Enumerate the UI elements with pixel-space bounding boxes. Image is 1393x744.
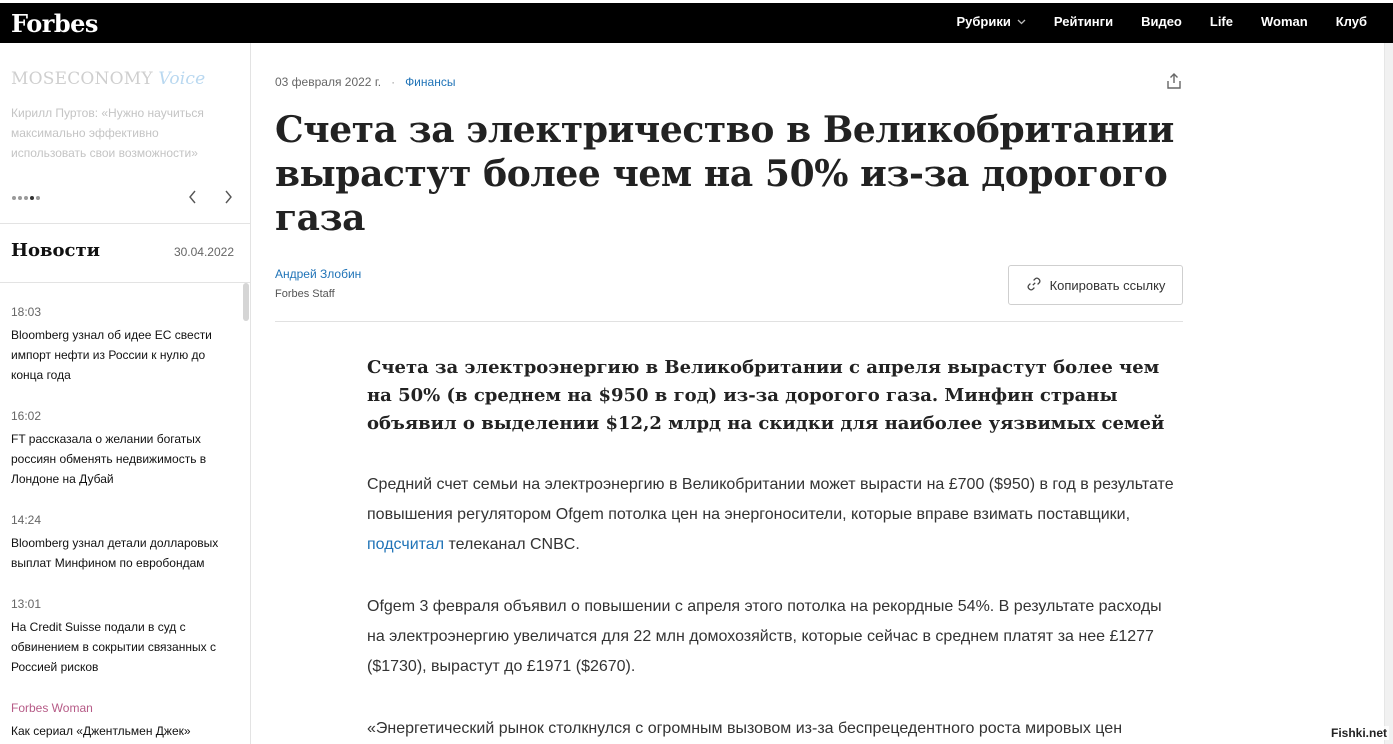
nav-video[interactable]: Видео — [1141, 14, 1182, 29]
sidebar-scrollbar[interactable] — [243, 283, 249, 321]
nav-woman[interactable]: Woman — [1261, 14, 1308, 29]
watermark: Fishki.net — [1328, 726, 1389, 740]
carousel-dot[interactable] — [36, 196, 40, 200]
article-meta: 03 февраля 2022 г. · Финансы — [275, 75, 455, 89]
nav-rubrics-label: Рубрики — [956, 14, 1011, 29]
news-time: 14:24 — [11, 513, 42, 527]
chevron-right-icon[interactable] — [223, 188, 233, 209]
article-paragraph: Средний счет семьи на электроэнергию в В… — [367, 470, 1182, 560]
carousel-dot[interactable] — [18, 196, 22, 200]
top-header: Forbes Рубрики Рейтинги Видео Life Woman… — [0, 0, 1393, 43]
copy-link-label: Копировать ссылку — [1049, 277, 1166, 293]
news-time: 18:03 — [11, 305, 42, 319]
copy-link-button[interactable]: Копировать ссылку — [1008, 265, 1183, 305]
chevron-down-icon — [1017, 17, 1026, 27]
carousel-dot[interactable] — [24, 196, 28, 200]
news-time: 13:01 — [11, 597, 42, 611]
source-link[interactable]: подсчитал — [367, 536, 444, 553]
news-item[interactable]: Forbes Woman Как сериал «Джентльмен Джек… — [11, 701, 236, 741]
nav-club[interactable]: Клуб — [1336, 14, 1367, 29]
sidebar-divider — [0, 223, 250, 224]
carousel-dot-active[interactable] — [30, 196, 34, 200]
article-divider — [275, 321, 1183, 322]
article-category-link[interactable]: Финансы — [405, 75, 455, 89]
link-icon — [1026, 276, 1050, 295]
paragraph-text: Средний счет семьи на электроэнергию в В… — [367, 476, 1174, 523]
promo-text[interactable]: Кирилл Пуртов: «Нужно научиться максимал… — [11, 103, 231, 163]
nav-life[interactable]: Life — [1210, 14, 1233, 29]
sidebar-divider — [0, 282, 250, 283]
news-text: Как сериал «Джентльмен Джек» — [11, 724, 191, 738]
nav-rubrics[interactable]: Рубрики — [957, 14, 1026, 29]
nav-ratings[interactable]: Рейтинги — [1054, 14, 1113, 29]
news-item[interactable]: 13:01 На Credit Suisse подали в суд с об… — [11, 597, 236, 677]
article-lead: Счета за электроэнергию в Великобритании… — [367, 357, 1165, 434]
news-tag: Forbes Woman — [11, 701, 93, 715]
news-text: На Credit Suisse подали в суд с обвинени… — [11, 620, 216, 674]
promo-voice-label: Voice — [158, 69, 206, 89]
news-time: 16:02 — [11, 409, 42, 423]
page-scrollbar[interactable] — [1384, 43, 1393, 744]
forbes-logo[interactable]: Forbes — [11, 9, 98, 38]
author-link[interactable]: Андрей Злобин — [275, 267, 361, 281]
article-date: 03 февраля 2022 г. — [275, 75, 382, 89]
news-item[interactable]: 18:03 Bloomberg узнал об идее ЕС свести … — [11, 305, 236, 385]
promo-brand-name: MOSECONOMY — [11, 69, 153, 89]
paragraph-text: телеканал CNBC. — [444, 536, 580, 553]
article-paragraph: «Энергетический рынок столкнулся с огром… — [367, 720, 1123, 737]
news-text: Bloomberg узнал об идее ЕС свести импорт… — [11, 328, 212, 382]
news-text: FT рассказала о желании богатых россиян … — [11, 432, 207, 486]
promo-brand[interactable]: MOSECONOMY Voice — [11, 69, 205, 89]
news-text: Bloomberg узнал детали долларовых выплат… — [11, 536, 219, 570]
article-title: Счета за электричество в Великобритании … — [275, 109, 1174, 239]
news-item[interactable]: 14:24 Bloomberg узнал детали долларовых … — [11, 513, 236, 573]
share-icon[interactable] — [1165, 72, 1185, 92]
meta-separator: · — [391, 75, 396, 89]
news-date: 30.04.2022 — [173, 245, 234, 259]
sidebar: MOSECONOMY Voice Кирилл Пуртов: «Нужно н… — [0, 43, 251, 744]
news-heading[interactable]: Новости — [11, 240, 100, 261]
author-role: Forbes Staff — [275, 288, 335, 300]
news-item[interactable]: 16:02 FT рассказала о желании богатых ро… — [11, 409, 236, 489]
chevron-left-icon[interactable] — [188, 188, 198, 209]
article-paragraph: Ofgem 3 февраля объявил о повышении с ап… — [367, 598, 1162, 675]
main-nav: Рубрики Рейтинги Видео Life Woman Клуб — [929, 0, 1368, 43]
carousel-dots — [12, 196, 42, 200]
carousel-dot[interactable] — [12, 196, 16, 200]
